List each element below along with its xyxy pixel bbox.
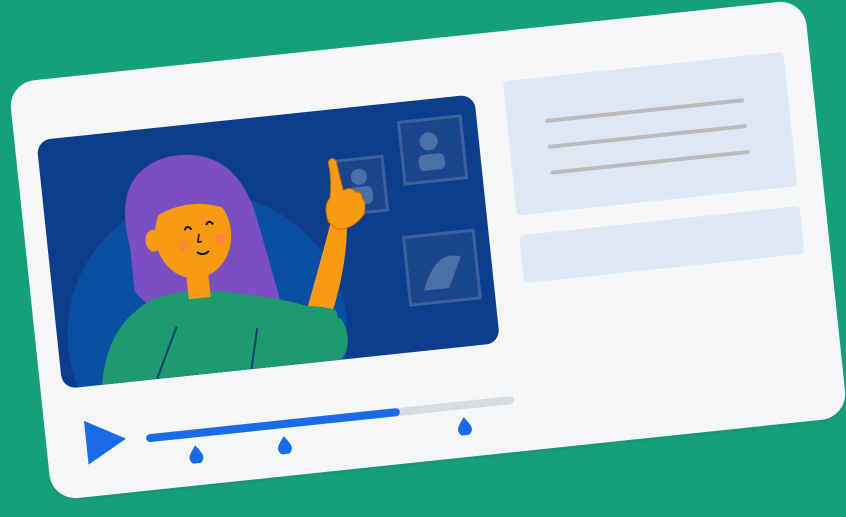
text-placeholder-line	[544, 98, 745, 124]
video-thumbnail[interactable]	[36, 94, 501, 389]
video-lesson-card	[8, 0, 846, 501]
play-icon[interactable]	[83, 416, 129, 465]
teacher-illustration	[67, 114, 482, 389]
drop-marker-icon[interactable]	[457, 416, 473, 437]
secondary-info-bar	[518, 205, 805, 284]
progress-fill	[145, 407, 401, 443]
wall-frame-top-right	[396, 114, 469, 186]
wall-frame-bottom-right	[401, 228, 482, 307]
text-placeholder-line	[550, 149, 750, 175]
description-panel	[502, 51, 798, 216]
drop-marker-icon[interactable]	[188, 445, 204, 465]
illustration-stage	[0, 0, 846, 517]
drop-marker-icon[interactable]	[277, 435, 293, 456]
text-placeholder-line	[547, 124, 747, 149]
